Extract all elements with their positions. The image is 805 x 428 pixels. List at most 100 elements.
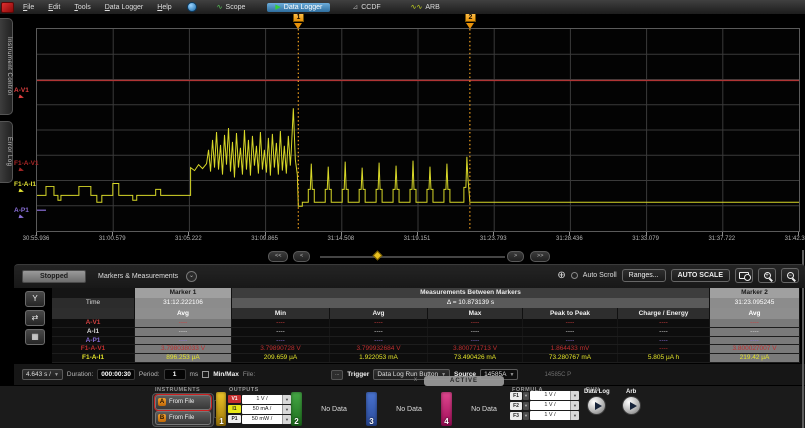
trace-label-a-v1: A-V1 xyxy=(14,87,29,99)
arb-play-button[interactable] xyxy=(622,396,641,415)
scroll-fast-right-button[interactable]: >> xyxy=(530,251,550,262)
table-row-f1-a-v1: F1-A-V13.798038033 V3.79890728 V3.799932… xyxy=(52,345,800,354)
table-cell: ---- xyxy=(330,319,428,327)
range-value: 1 V / xyxy=(530,391,570,400)
table-cell: ---- xyxy=(232,337,330,345)
duration-value[interactable]: 000:00:30 xyxy=(97,369,135,380)
minmax-checkbox[interactable] xyxy=(202,371,209,378)
instrument-a-button[interactable]: AFrom File xyxy=(155,395,211,410)
output-channel-4[interactable]: 4No Data xyxy=(441,392,516,426)
run-panel: Data LogArb xyxy=(584,389,641,415)
grid-tool-button[interactable]: ▦ xyxy=(25,329,45,345)
channel-color-bar: 4 xyxy=(441,392,452,426)
rail-tab-error-log[interactable]: Error Log xyxy=(0,121,13,183)
markers-measurements-label: Markers & Measurements xyxy=(98,273,178,280)
table-row-a-v1: A-V1---------------------------- xyxy=(52,319,800,328)
no-data-label: No Data xyxy=(321,406,347,413)
range-dropdown-p1[interactable]: 50 mW /▼ xyxy=(242,415,291,424)
output-channel-3[interactable]: 3No Data xyxy=(366,392,441,426)
arb-label: Arb xyxy=(626,389,636,395)
file-label: File: xyxy=(243,371,255,378)
active-tab[interactable]: ACTIVE xyxy=(424,376,504,386)
period-value[interactable]: 1 xyxy=(164,369,186,380)
chevron-down-icon: ▼ xyxy=(570,391,579,400)
pan-tool-button[interactable]: ⇄ xyxy=(25,310,45,326)
x-axis-label: 31:19.151 xyxy=(404,236,431,242)
x-axis-label: 31:23.793 xyxy=(480,236,507,242)
table-row-a-p1: A-P1---------------------------- xyxy=(52,337,800,346)
menu-tools[interactable]: Tools xyxy=(67,4,97,11)
x-axis-label: 31:00.579 xyxy=(99,236,126,242)
auto-scale-button[interactable]: AUTO SCALE xyxy=(671,269,730,282)
formula-range-dropdown-f2[interactable]: 1 V /▼ xyxy=(530,401,579,410)
menu-bar: FileEditToolsData LoggerHelp ∿Scope▶Data… xyxy=(0,0,805,14)
auto-scroll-label: Auto Scroll xyxy=(583,272,617,279)
table-cell: ---- xyxy=(135,337,232,345)
play-icon xyxy=(595,402,602,410)
tab-label: Data Logger xyxy=(284,4,323,11)
scroll-fast-left-button[interactable]: << xyxy=(268,251,288,262)
formula-range-dropdown-f3[interactable]: 1 V /▼ xyxy=(530,411,579,420)
rail-tab-instrument-control[interactable]: Instrument Control xyxy=(0,18,13,115)
scroll-track[interactable] xyxy=(320,256,505,258)
scroll-thumb[interactable] xyxy=(373,251,383,261)
scroll-left-button[interactable]: < xyxy=(293,251,310,262)
table-row-f1-a-i1: F1-A-I1896.253 µA209.659 µA1.922053 mA73… xyxy=(52,354,800,363)
marker2-header: Marker 2 xyxy=(710,288,800,298)
ranges-button[interactable]: Ranges... xyxy=(622,269,666,282)
chevron-down-icon: ▼ xyxy=(509,372,514,378)
col-header-charge-energy: Charge / Energy xyxy=(618,308,710,319)
time-per-div-dropdown[interactable]: 4.643 s /▼ xyxy=(22,369,63,380)
table-cell: ---- xyxy=(523,319,618,327)
channel-number: 3 xyxy=(366,417,377,426)
table-cell: ---- xyxy=(135,328,232,336)
table-cell: ---- xyxy=(428,328,523,336)
more-options-button[interactable]: ... xyxy=(331,370,343,380)
formula-tag-f3[interactable]: F3 xyxy=(510,412,522,420)
minmax-label: Min/Max xyxy=(213,371,239,378)
period-unit-label: ms xyxy=(190,371,199,378)
menu-help[interactable]: Help xyxy=(150,4,178,11)
waveform-chart xyxy=(37,29,799,231)
table-cell: 73.490426 mA xyxy=(428,354,523,362)
dock-close-button[interactable]: x xyxy=(414,377,417,383)
formula-range-dropdown-f1[interactable]: 1 V /▼ xyxy=(530,391,579,400)
panel-collapse-icon[interactable]: ⌄ xyxy=(186,271,197,282)
range-dropdown-i1[interactable]: 50 mA /▼ xyxy=(242,405,291,414)
table-cell: 219.42 µA xyxy=(710,354,800,362)
chart-plot-area[interactable] xyxy=(36,28,800,232)
crosshair-icon[interactable]: ⊕ xyxy=(557,270,565,281)
formula-tag-f2[interactable]: F2 xyxy=(510,402,522,410)
scroll-right-button[interactable]: > xyxy=(507,251,524,262)
tab-ccdf[interactable]: ⊿CCDF xyxy=(344,3,388,12)
info-icon[interactable] xyxy=(187,2,197,12)
stopped-status-button[interactable]: Stopped xyxy=(22,270,86,283)
table-cell: ---- xyxy=(710,328,800,336)
menu-edit[interactable]: Edit xyxy=(41,4,67,11)
menu-data-logger[interactable]: Data Logger xyxy=(98,4,151,11)
arb-waveform-icon: ∿∿ xyxy=(411,4,423,11)
output-channel-1[interactable]: 1V11 V /▼I150 mA /▼P150 mW /▼ xyxy=(216,392,291,426)
marker-tool-button[interactable]: Y xyxy=(25,291,45,307)
instruments-panel: AFrom FileBFrom File xyxy=(152,393,214,427)
col-header-avg: Avg xyxy=(330,308,428,319)
instrument-b-button[interactable]: BFrom File xyxy=(155,411,211,426)
x-axis-tick xyxy=(341,232,342,236)
delta-time-value: Δ = 10.873139 s xyxy=(232,298,710,308)
trace-label-a-p1: A-P1 xyxy=(14,207,29,219)
auto-scroll-toggle[interactable] xyxy=(571,272,578,279)
output-channel-2[interactable]: 2No Data xyxy=(291,392,366,426)
range-dropdown-v1[interactable]: 1 V /▼ xyxy=(242,395,291,404)
x-axis-label: 31:05.222 xyxy=(175,236,202,242)
zoom-in-button[interactable]: + xyxy=(758,268,776,283)
zoom-region-button[interactable] xyxy=(735,268,753,283)
menu-file[interactable]: File xyxy=(16,4,41,11)
data-log-play-button[interactable] xyxy=(587,396,606,415)
formula-tag-f1[interactable]: F1 xyxy=(510,392,522,400)
tab-scope[interactable]: ∿Scope xyxy=(209,3,254,12)
tab-data-logger[interactable]: ▶Data Logger xyxy=(267,3,330,12)
zoom-out-button[interactable]: − xyxy=(781,268,799,283)
trace-arrow-icon xyxy=(19,188,25,193)
tab-arb[interactable]: ∿∿ARB xyxy=(403,3,448,12)
table-cell: 3.79890728 V xyxy=(232,345,330,353)
